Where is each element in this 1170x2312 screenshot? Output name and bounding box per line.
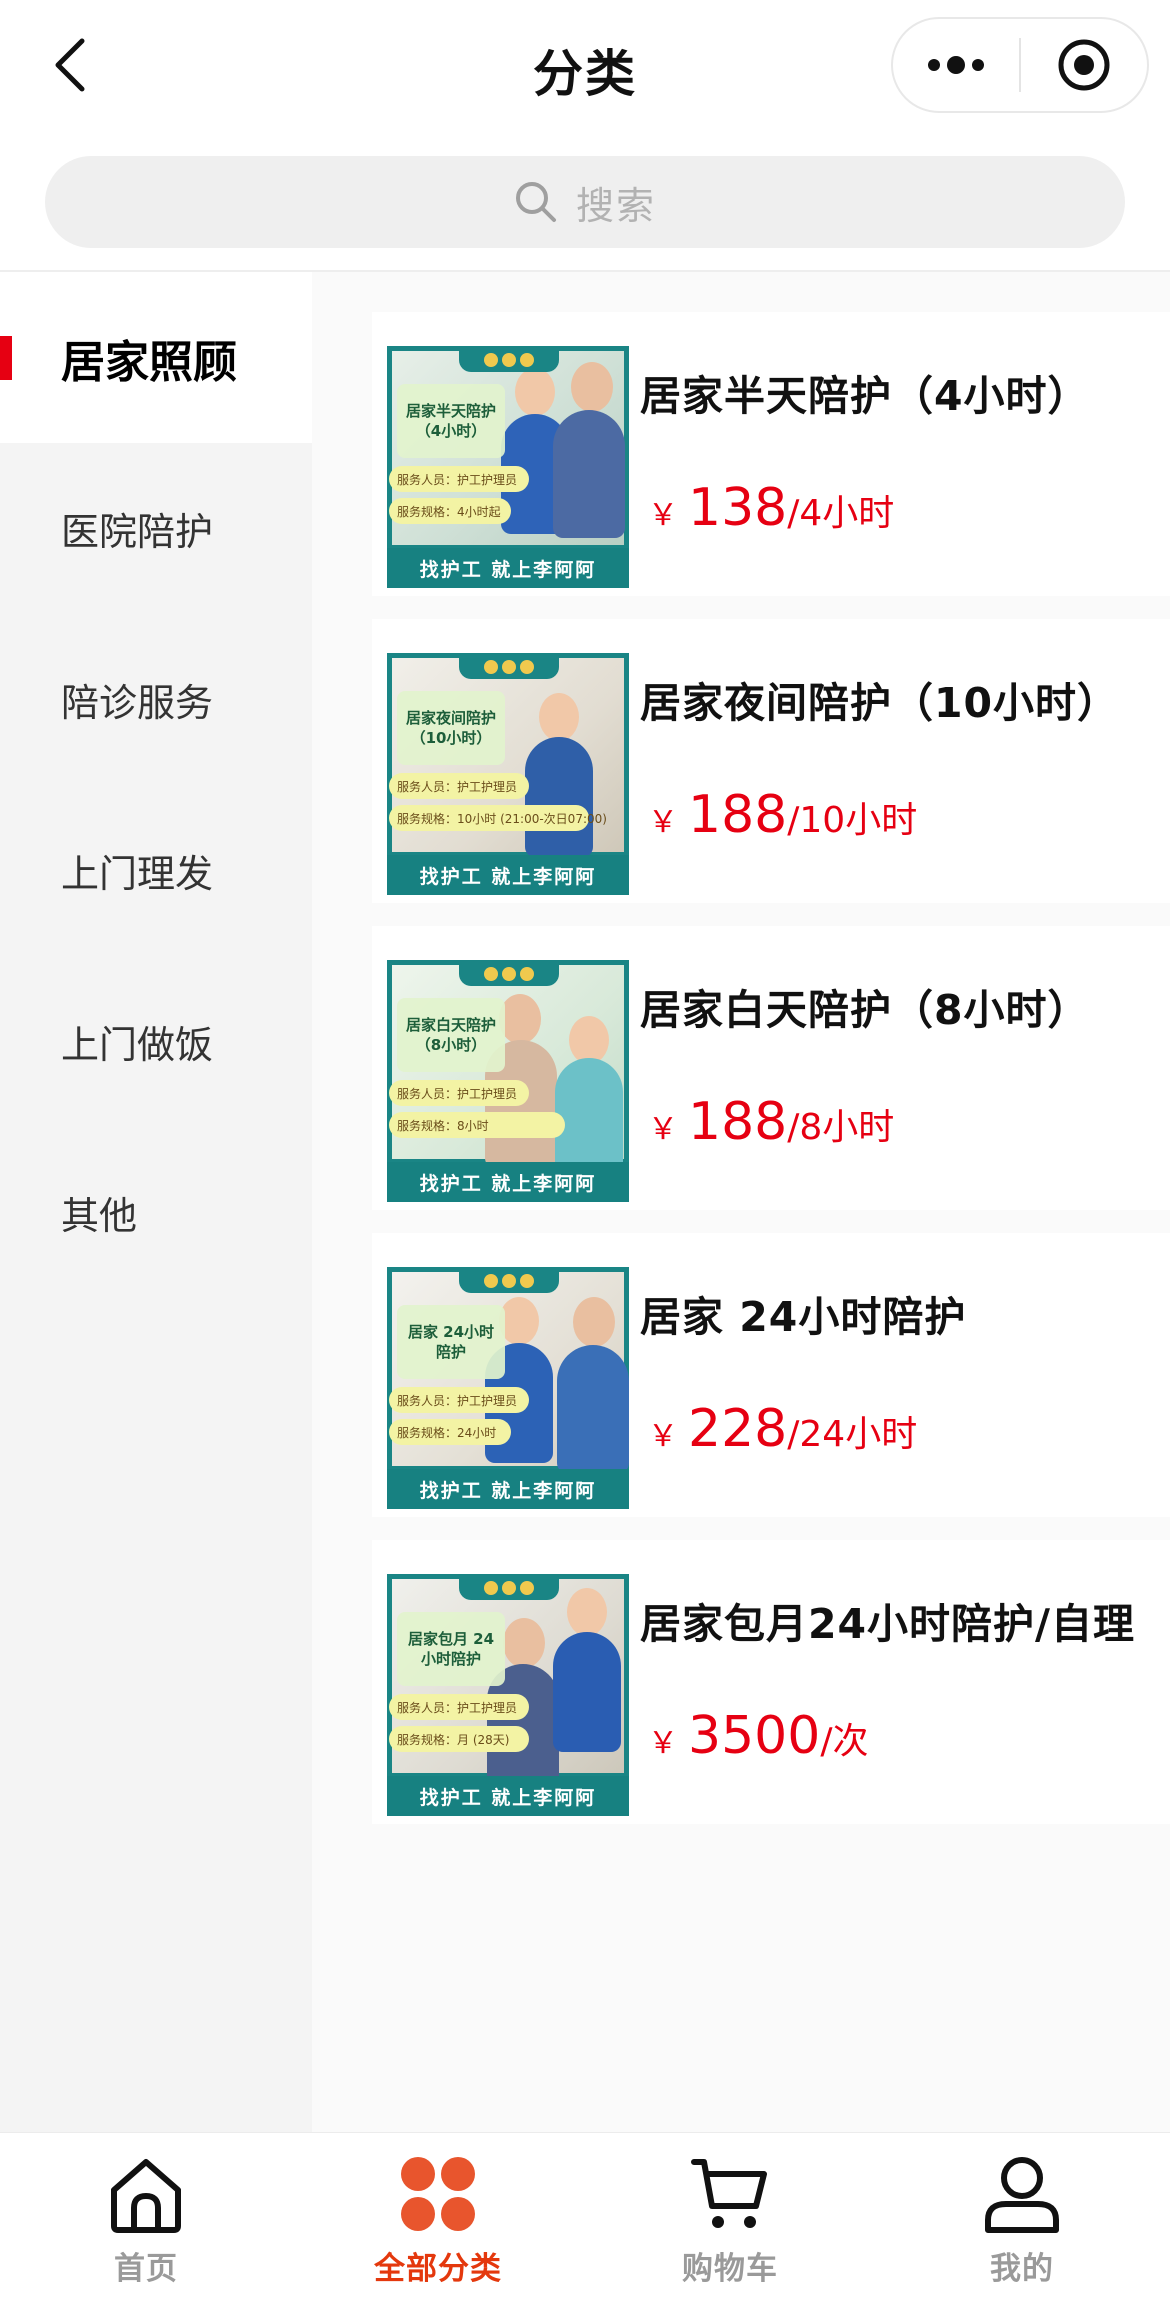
price-value: 188: [688, 1092, 788, 1152]
product-price: ￥ 188 /10小时: [648, 785, 917, 845]
thumb-banner: 找护工 就上李阿阿: [387, 1162, 629, 1202]
tab-home[interactable]: 首页: [0, 2133, 292, 2312]
thumb-label: 居家 24小时陪护: [397, 1305, 505, 1379]
thumb-spec: 服务规格：月 (28天): [389, 1726, 529, 1752]
thumb-spec: 服务规格：8小时: [389, 1112, 565, 1138]
category-label: 上门做饭: [61, 1023, 214, 1067]
category-item-other[interactable]: 其他: [0, 1127, 312, 1298]
thumb-banner: 找护工 就上李阿阿: [387, 548, 629, 588]
category-item-home-cooking[interactable]: 上门做饭: [0, 956, 312, 1127]
tab-cart[interactable]: 购物车: [584, 2133, 876, 2312]
cart-icon: [690, 2151, 770, 2237]
tab-profile[interactable]: 我的: [876, 2133, 1168, 2312]
brand-logo: [459, 1269, 559, 1293]
product-card[interactable]: 居家 24小时陪护 服务人员：护工护理员 服务规格：24小时 找护工 就上李阿阿…: [372, 1233, 1170, 1517]
search-icon: [514, 180, 558, 224]
thumb-spec: 服务规格：24小时: [389, 1419, 511, 1445]
product-image: 居家包月 24小时陪护 服务人员：护工护理员 服务规格：月 (28天) 找护工 …: [387, 1574, 629, 1816]
tab-label: 首页: [114, 2251, 178, 2287]
brand-logo: [459, 962, 559, 986]
price-currency: ￥: [648, 805, 678, 840]
tab-label: 全部分类: [374, 2251, 502, 2287]
product-list: 居家半天陪护（4小时） 服务人员：护工护理员 服务规格：4小时起 找护工 就上李…: [312, 272, 1170, 2132]
thumb-label: 居家半天陪护（4小时）: [397, 384, 505, 458]
category-item-escort-service[interactable]: 陪诊服务: [0, 614, 312, 785]
more-dots-icon: [928, 56, 984, 74]
product-image: 居家半天陪护（4小时） 服务人员：护工护理员 服务规格：4小时起 找护工 就上李…: [387, 346, 629, 588]
product-image: 居家白天陪护（8小时） 服务人员：护工护理员 服务规格：8小时 找护工 就上李阿…: [387, 960, 629, 1202]
product-name: 居家半天陪护（4小时）: [640, 372, 1090, 420]
thumb-staff: 服务人员：护工护理员: [389, 466, 529, 492]
product-price: ￥ 138 /4小时: [648, 478, 894, 538]
price-unit: /4小时: [787, 493, 895, 534]
category-label: 医院陪护: [61, 510, 214, 554]
product-card[interactable]: 居家包月 24小时陪护 服务人员：护工护理员 服务规格：月 (28天) 找护工 …: [372, 1540, 1170, 1824]
search-placeholder: 搜索: [575, 183, 656, 228]
price-unit: /8小时: [787, 1107, 895, 1148]
price-unit: /10小时: [787, 800, 918, 841]
category-item-home-care[interactable]: 居家照顾: [0, 272, 312, 443]
thumb-banner: 找护工 就上李阿阿: [387, 1776, 629, 1816]
mini-program-capsule: [891, 17, 1149, 113]
thumb-label: 居家白天陪护（8小时）: [397, 998, 505, 1072]
home-icon: [106, 2151, 186, 2237]
product-name: 居家白天陪护（8小时）: [640, 986, 1090, 1034]
thumb-label: 居家夜间陪护（10小时）: [397, 691, 505, 765]
target-circle-icon: [1058, 39, 1110, 91]
product-card[interactable]: 居家夜间陪护（10小时） 服务人员：护工护理员 服务规格：10小时 (21:00…: [372, 619, 1170, 903]
product-price: ￥ 3500 /次: [648, 1706, 868, 1766]
category-label: 上门理发: [61, 852, 214, 896]
category-label: 其他: [61, 1194, 138, 1238]
price-currency: ￥: [648, 1419, 678, 1454]
product-name: 居家 24小时陪护: [640, 1293, 967, 1341]
navigation-header: 分类: [0, 0, 1170, 132]
product-name: 居家夜间陪护（10小时）: [640, 679, 1120, 727]
thumb-staff: 服务人员：护工护理员: [389, 773, 529, 799]
user-icon: [982, 2151, 1062, 2237]
category-sidebar: 居家照顾 医院陪护 陪诊服务 上门理发 上门做饭 其他: [0, 272, 312, 2132]
thumb-staff: 服务人员：护工护理员: [389, 1387, 529, 1413]
category-label: 居家照顾: [61, 336, 237, 388]
price-unit: /次: [820, 1721, 869, 1762]
price-currency: ￥: [648, 498, 678, 533]
thumb-label: 居家包月 24小时陪护: [397, 1612, 505, 1686]
category-label: 陪诊服务: [61, 681, 214, 725]
price-unit: /24小时: [787, 1414, 918, 1455]
price-value: 3500: [688, 1706, 821, 1766]
price-value: 228: [688, 1399, 788, 1459]
bottom-tab-bar: 首页 全部分类 购物车 我的: [0, 2132, 1170, 2312]
thumb-spec: 服务规格：4小时起: [389, 498, 511, 524]
category-dots-icon: [398, 2151, 478, 2237]
more-button[interactable]: [893, 19, 1019, 111]
price-value: 138: [688, 478, 788, 538]
product-name: 居家包月24小时陪护/自理: [640, 1600, 1136, 1648]
active-indicator: [0, 336, 12, 380]
product-card[interactable]: 居家半天陪护（4小时） 服务人员：护工护理员 服务规格：4小时起 找护工 就上李…: [372, 312, 1170, 596]
product-image: 居家 24小时陪护 服务人员：护工护理员 服务规格：24小时 找护工 就上李阿阿: [387, 1267, 629, 1509]
tab-all-categories[interactable]: 全部分类: [292, 2133, 584, 2312]
product-price: ￥ 228 /24小时: [648, 1399, 917, 1459]
tab-label: 购物车: [682, 2251, 778, 2287]
category-item-hospital-care[interactable]: 医院陪护: [0, 443, 312, 614]
tab-label: 我的: [990, 2251, 1054, 2287]
thumb-spec: 服务规格：10小时 (21:00-次日07:00): [389, 805, 607, 831]
brand-logo: [459, 655, 559, 679]
price-currency: ￥: [648, 1112, 678, 1147]
thumb-banner: 找护工 就上李阿阿: [387, 1469, 629, 1509]
brand-logo: [459, 348, 559, 372]
close-mini-program-button[interactable]: [1021, 19, 1147, 111]
product-image: 居家夜间陪护（10小时） 服务人员：护工护理员 服务规格：10小时 (21:00…: [387, 653, 629, 895]
search-area: 搜索: [0, 132, 1170, 272]
thumb-banner: 找护工 就上李阿阿: [387, 855, 629, 895]
price-currency: ￥: [648, 1726, 678, 1761]
product-price: ￥ 188 /8小时: [648, 1092, 894, 1152]
brand-logo: [459, 1576, 559, 1600]
search-input[interactable]: 搜索: [45, 156, 1125, 248]
thumb-staff: 服务人员：护工护理员: [389, 1694, 529, 1720]
price-value: 188: [688, 785, 788, 845]
product-card[interactable]: 居家白天陪护（8小时） 服务人员：护工护理员 服务规格：8小时 找护工 就上李阿…: [372, 926, 1170, 1210]
thumb-staff: 服务人员：护工护理员: [389, 1080, 529, 1106]
category-item-home-haircut[interactable]: 上门理发: [0, 785, 312, 956]
